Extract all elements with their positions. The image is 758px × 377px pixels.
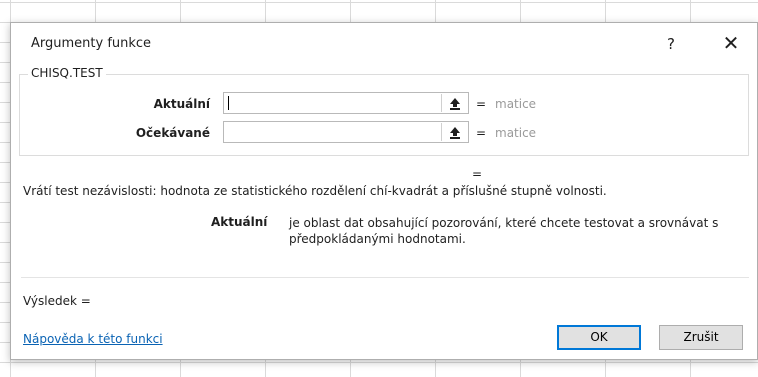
argument-equals-actual: = [476,97,487,111]
close-button[interactable]: ✕ [711,29,751,57]
function-name: CHISQ.TEST [28,66,106,80]
argument-field-actual[interactable] [224,93,434,113]
argument-help-text: je oblast dat obsahující pozorování, kte… [289,216,719,246]
argument-input-expected[interactable] [223,121,469,143]
help-button[interactable]: ? [657,33,685,55]
function-description: Vrátí test nezávislosti: hodnota ze stat… [23,184,607,198]
argument-field-expected[interactable] [224,122,434,142]
collapse-arrow-icon[interactable] [441,123,467,141]
text-caret [228,96,229,110]
dialog-title: Argumenty funkce [31,36,152,51]
argument-label-expected: Očekávané [135,126,210,140]
function-arguments-dialog: Argumenty funkce ? ✕ CHISQ.TEST Aktuální… [10,22,758,360]
ok-button[interactable]: OK [557,325,641,350]
help-link[interactable]: Nápověda k této funkci [23,332,163,346]
argument-result-expected: matice [495,126,537,140]
dialog-titlebar: Argumenty funkce ? ✕ [11,23,757,65]
argument-result-actual: matice [495,97,537,111]
function-result-equals: = [472,167,483,181]
result-label: Výsledek = [23,294,91,308]
argument-equals-expected: = [476,126,487,140]
argument-input-actual[interactable] [223,92,469,114]
function-group: CHISQ.TEST Aktuální = matice Očekávané =… [19,66,749,156]
cancel-button[interactable]: Zrušit [659,325,743,350]
collapse-arrow-icon[interactable] [441,94,467,112]
argument-help-name: Aktuální [211,215,268,229]
argument-label-actual: Aktuální [153,97,210,111]
divider [21,277,749,278]
